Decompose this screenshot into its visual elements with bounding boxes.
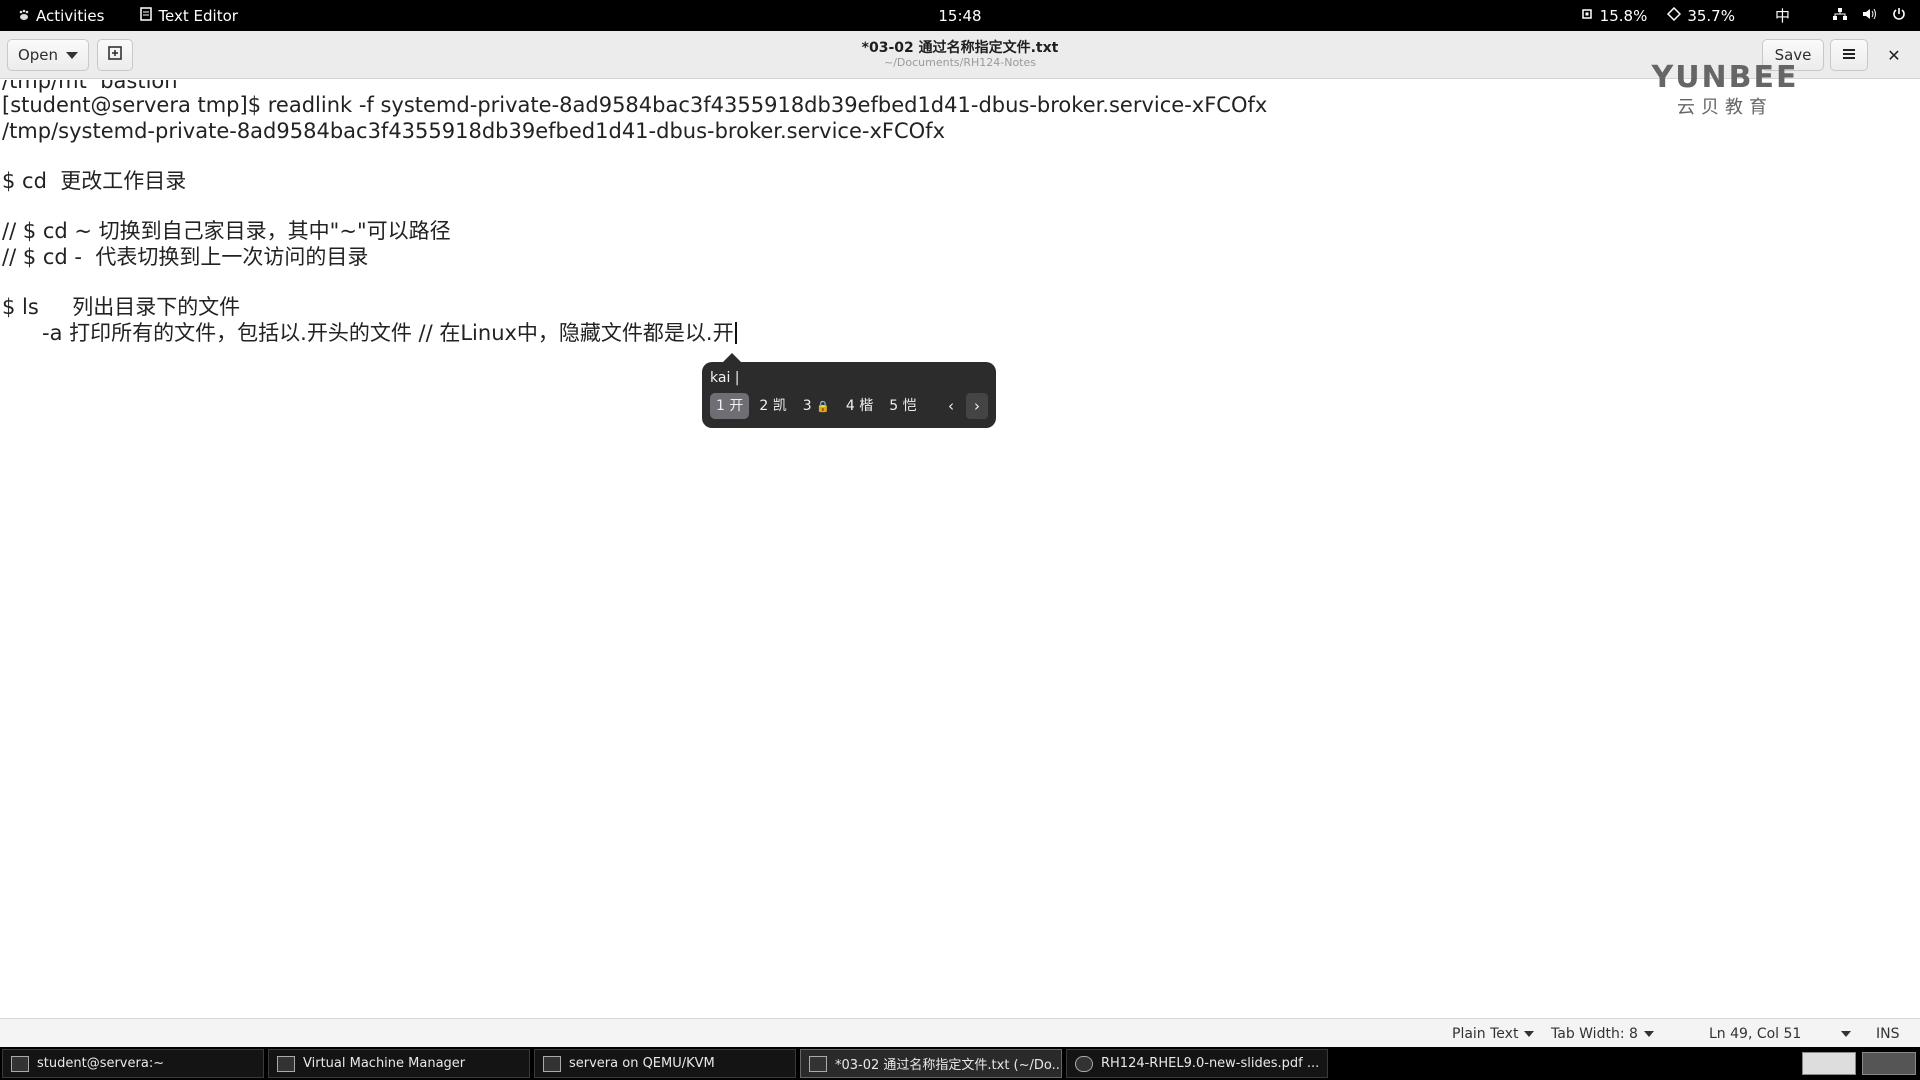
- candidate-index: 5: [889, 398, 899, 414]
- volume-icon: [1862, 7, 1878, 25]
- editor-line: /tmp/systemd-private-8ad9584bac3f4355918…: [2, 119, 945, 143]
- open-button[interactable]: Open: [7, 39, 89, 71]
- candidate-index: 3: [802, 398, 812, 414]
- chevron-right-icon: ›: [974, 397, 980, 415]
- candidate-index: 4: [845, 398, 855, 414]
- top-panel: Activities Text Editor 15:48 15.8% 35.7%…: [0, 0, 1920, 31]
- taskbar-item-pdf-viewer[interactable]: RH124-RHEL9.0-new-slides.pdf ...: [1066, 1049, 1328, 1078]
- insert-mode-label: INS: [1876, 1025, 1900, 1042]
- document-path: ~/Documents/RH124-Notes: [884, 56, 1036, 69]
- text-editor-area[interactable]: /tmp/mt bastion [student@servera tmp]$ r…: [0, 80, 1920, 1018]
- vm-console-icon: [543, 1055, 561, 1072]
- cursor-position-label: Ln 49, Col 51: [1709, 1025, 1802, 1042]
- memory-value: 35.7%: [1687, 6, 1735, 25]
- input-method-label: 中: [1774, 7, 1790, 25]
- power-icon: [1892, 7, 1906, 25]
- memory-icon: [1667, 6, 1682, 25]
- virt-manager-icon: [277, 1055, 295, 1072]
- candidate-text: 开: [729, 398, 744, 414]
- watermark-subtitle: 云贝教育: [1677, 97, 1773, 118]
- taskbar-item-label: RH124-RHEL9.0-new-slides.pdf ...: [1101, 1056, 1320, 1071]
- ime-candidate[interactable]: 5 恺: [883, 393, 922, 419]
- text-editor-icon: [809, 1055, 827, 1072]
- taskbar-item-vm-console[interactable]: servera on QEMU/KVM: [534, 1049, 796, 1078]
- open-label: Open: [17, 46, 59, 64]
- cpu-icon: [1580, 7, 1594, 25]
- taskbar-item-text-editor[interactable]: *03-02 通过名称指定文件.txt (~/Do...: [800, 1049, 1062, 1078]
- cpu-value: 15.8%: [1599, 6, 1648, 25]
- taskbar-item-label: *03-02 通过名称指定文件.txt (~/Do...: [835, 1058, 1062, 1073]
- editor-line-current: -a 打印所有的文件，包括以.开头的文件 // 在Linux中，隐藏文件都是以.…: [2, 320, 737, 346]
- activities-label: Activities: [36, 6, 105, 25]
- chevron-down-icon: [1643, 1030, 1654, 1037]
- system-status-area[interactable]: [1832, 7, 1906, 25]
- ime-prev-page-button[interactable]: ‹: [940, 393, 962, 419]
- tab-width-selector[interactable]: Tab Width: 8: [1551, 1019, 1654, 1048]
- ime-candidate[interactable]: 4 楷: [840, 393, 879, 419]
- input-method-indicator[interactable]: 中: [1775, 5, 1790, 26]
- new-tab-icon: [107, 45, 123, 65]
- gnome-foot-icon: [18, 7, 30, 25]
- text-cursor: [734, 322, 737, 344]
- memory-indicator[interactable]: 35.7%: [1667, 6, 1735, 25]
- taskbar-item-label: student@servera:~: [37, 1056, 165, 1071]
- tab-width-label: Tab Width: 8: [1551, 1025, 1638, 1042]
- activities-button[interactable]: Activities: [18, 7, 104, 25]
- taskbar-item-label: servera on QEMU/KVM: [569, 1056, 715, 1071]
- chevron-left-icon: ‹: [948, 397, 954, 415]
- network-icon: [1832, 7, 1848, 25]
- ime-candidate[interactable]: 3 🔒: [797, 393, 836, 419]
- status-bar: Plain Text Tab Width: 8 Ln 49, Col 51 IN…: [0, 1018, 1920, 1047]
- cursor-position-selector[interactable]: Ln 49, Col 51: [1709, 1019, 1852, 1048]
- document-title: *03-02 通过名称指定文件.txt: [861, 40, 1059, 56]
- ime-next-page-button[interactable]: ›: [966, 393, 988, 419]
- editor-line: // $ cd ~ 切换到自己家目录，其中"~"可以路径: [2, 219, 451, 243]
- chevron-down-icon: [66, 51, 79, 59]
- ime-candidate-popup: kai | 1 开 2 凯 3 🔒 4 楷 5 恺 ‹ ›: [702, 353, 996, 428]
- workspace-2-switcher[interactable]: [1862, 1052, 1916, 1075]
- ime-candidate-list: 1 开 2 凯 3 🔒 4 楷 5 恺: [710, 393, 927, 419]
- language-selector[interactable]: Plain Text: [1452, 1019, 1535, 1048]
- close-icon: ✕: [1887, 45, 1901, 65]
- terminal-icon: [11, 1055, 29, 1072]
- new-document-button[interactable]: [97, 39, 133, 71]
- clock[interactable]: 15:48: [938, 7, 981, 25]
- editor-line: $ cd 更改工作目录: [2, 169, 187, 193]
- cpu-indicator[interactable]: 15.8%: [1580, 6, 1648, 25]
- candidate-index: 1: [716, 398, 725, 414]
- insert-mode-indicator: INS: [1876, 1019, 1900, 1048]
- candidate-index: 2: [759, 398, 769, 414]
- taskbar-item-virt-manager[interactable]: Virtual Machine Manager: [268, 1049, 530, 1078]
- ime-preedit-text: kai |: [710, 370, 740, 386]
- pdf-viewer-icon: [1075, 1055, 1093, 1072]
- ime-candidate[interactable]: 1 开: [710, 393, 750, 419]
- app-name: Text Editor: [158, 6, 238, 25]
- editor-line: // $ cd - 代表切换到上一次访问的目录: [2, 245, 369, 269]
- candidate-text: 恺: [902, 398, 917, 414]
- ime-candidate[interactable]: 2 凯: [753, 393, 792, 419]
- watermark-logo: YUNBEE 云贝教育: [1575, 60, 1875, 119]
- candidate-text: 凯: [772, 398, 787, 414]
- window-list-taskbar: student@servera:~ Virtual Machine Manage…: [0, 1047, 1920, 1080]
- close-window-button[interactable]: ✕: [1882, 43, 1906, 67]
- editor-line: [student@servera tmp]$ readlink -f syste…: [2, 93, 1268, 117]
- chevron-down-icon: [1524, 1030, 1535, 1037]
- taskbar-item-terminal[interactable]: student@servera:~: [2, 1049, 264, 1078]
- workspace-1-switcher[interactable]: [1802, 1052, 1856, 1075]
- language-label: Plain Text: [1452, 1025, 1519, 1042]
- candidate-text: 楷: [859, 398, 874, 414]
- taskbar-item-label: Virtual Machine Manager: [303, 1056, 466, 1071]
- watermark-brand: YUNBEE: [1651, 60, 1799, 95]
- text-editor-icon: [140, 6, 153, 25]
- current-line-text: -a 打印所有的文件，包括以.开头的文件 // 在Linux中，隐藏文件都是以.…: [2, 321, 734, 345]
- app-menu[interactable]: Text Editor: [140, 7, 238, 25]
- lock-icon: 🔒: [816, 400, 830, 413]
- chevron-down-icon: [1841, 1030, 1852, 1037]
- editor-line: $ ls 列出目录下的文件: [2, 295, 241, 319]
